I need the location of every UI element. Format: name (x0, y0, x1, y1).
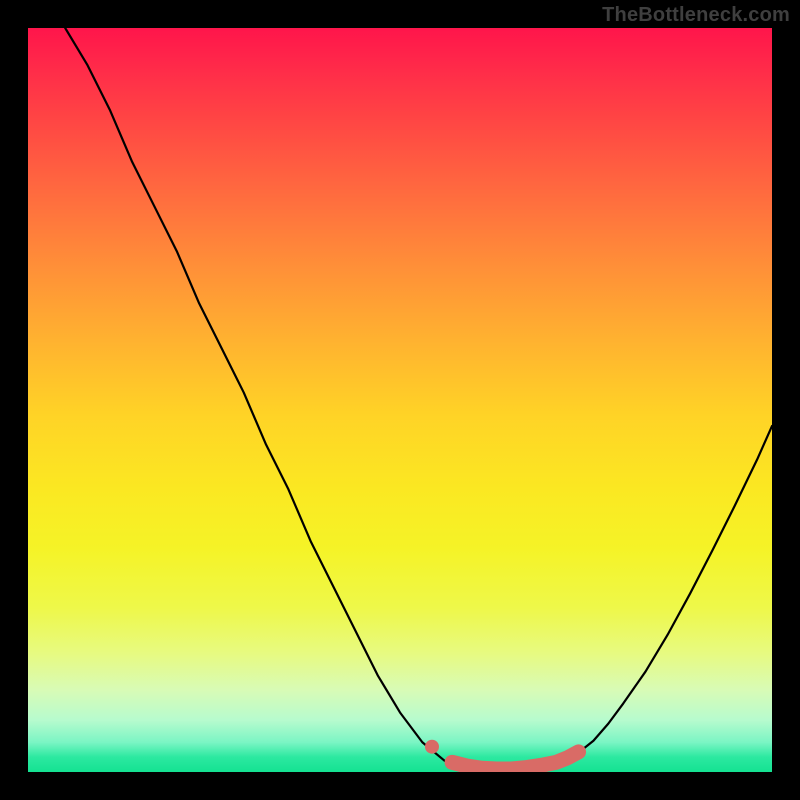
watermark-text: TheBottleneck.com (602, 4, 790, 27)
highlight-dot (425, 740, 439, 754)
chart-frame: TheBottleneck.com (0, 0, 800, 800)
bottleneck-curve (65, 28, 772, 769)
optimal-range-highlight (452, 752, 578, 769)
plot-area (28, 28, 772, 772)
chart-svg (28, 28, 772, 772)
